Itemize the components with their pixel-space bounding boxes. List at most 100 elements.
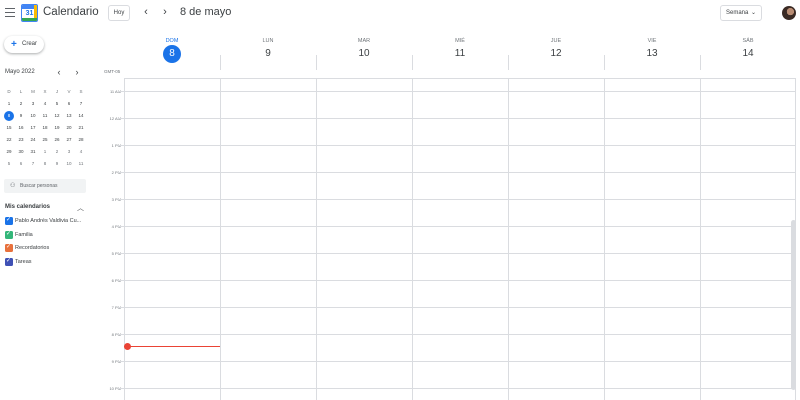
- day-header[interactable]: DOM 8: [124, 38, 220, 63]
- main-menu-icon[interactable]: [5, 8, 15, 18]
- search-people-placeholder: Buscar personas: [20, 183, 58, 189]
- mini-calendar-day[interactable]: 8: [3, 110, 15, 122]
- mini-calendar-day[interactable]: 8: [39, 158, 51, 170]
- all-day-divider: [124, 78, 796, 79]
- my-calendars-title[interactable]: Mis calendarios: [5, 204, 50, 210]
- current-time-dot: [124, 343, 131, 350]
- mini-calendar-day[interactable]: 26: [51, 134, 63, 146]
- mini-calendar-day[interactable]: 17: [27, 122, 39, 134]
- mini-calendar-day[interactable]: 24: [27, 134, 39, 146]
- mini-calendar-day[interactable]: 23: [15, 134, 27, 146]
- view-selector[interactable]: Semana ⌄: [720, 5, 762, 21]
- mini-calendar-day[interactable]: 20: [63, 122, 75, 134]
- mini-calendar-day[interactable]: 29: [3, 146, 15, 158]
- chevron-up-icon[interactable]: ︿: [77, 203, 84, 213]
- mini-weekday-label: X: [43, 89, 47, 94]
- mini-calendar-day[interactable]: 3: [27, 98, 39, 110]
- current-time-line: [124, 346, 220, 348]
- next-week-button[interactable]: ›: [158, 5, 172, 21]
- mini-calendar-day[interactable]: 11: [39, 110, 51, 122]
- mini-calendar-day[interactable]: 7: [27, 158, 39, 170]
- day-header[interactable]: VIE 13: [604, 38, 700, 59]
- mini-calendar-day[interactable]: 9: [15, 110, 27, 122]
- day-header[interactable]: JUE 12: [508, 38, 604, 59]
- mini-calendar-day[interactable]: 7: [75, 98, 87, 110]
- day-number[interactable]: 14: [700, 48, 796, 59]
- day-column-divider: [604, 79, 605, 400]
- mini-calendar-day[interactable]: 14: [75, 110, 87, 122]
- day-column-divider: [220, 79, 221, 400]
- mini-calendar-day[interactable]: 6: [63, 98, 75, 110]
- current-date-title: 8 de mayo: [180, 6, 232, 18]
- mini-calendar-day[interactable]: 19: [51, 122, 63, 134]
- mini-calendar-day[interactable]: 16: [15, 122, 27, 134]
- mini-calendar-day[interactable]: 21: [75, 122, 87, 134]
- header-divider: [700, 55, 701, 70]
- create-button-label: Crear: [22, 41, 38, 47]
- mini-calendar-day[interactable]: 5: [3, 158, 15, 170]
- today-button[interactable]: Hoy: [108, 5, 130, 21]
- mini-weekday-label: V: [67, 89, 71, 94]
- mini-calendar-day[interactable]: 1: [3, 98, 15, 110]
- day-header[interactable]: MAR 10: [316, 38, 412, 59]
- day-number[interactable]: 12: [508, 48, 604, 59]
- mini-calendar-next-button[interactable]: ›: [72, 67, 82, 77]
- mini-weekday-label: L: [19, 89, 23, 94]
- create-button[interactable]: + Crear: [4, 36, 44, 53]
- day-number[interactable]: 9: [220, 48, 316, 59]
- top-bar: 31 Calendario Hoy ‹ › 8 de mayo Semana ⌄: [0, 0, 800, 28]
- checkbox-icon[interactable]: [5, 216, 13, 225]
- app-title: Calendario: [43, 6, 99, 18]
- day-header[interactable]: SÁB 14: [700, 38, 796, 59]
- mini-calendar-day[interactable]: 13: [63, 110, 75, 122]
- mini-calendar-day[interactable]: 2: [15, 98, 27, 110]
- mini-calendar-day[interactable]: 6: [15, 158, 27, 170]
- checkbox-icon[interactable]: [5, 230, 13, 239]
- mini-calendar-day[interactable]: 18: [39, 122, 51, 134]
- mini-calendar-day[interactable]: 10: [27, 110, 39, 122]
- mini-calendar-day[interactable]: 31: [27, 146, 39, 158]
- previous-week-button[interactable]: ‹: [139, 5, 153, 21]
- mini-calendar-day[interactable]: 28: [75, 134, 87, 146]
- mini-calendar-day[interactable]: 30: [15, 146, 27, 158]
- mini-calendar-day[interactable]: 11: [75, 158, 87, 170]
- day-header[interactable]: MIÉ 11: [412, 38, 508, 59]
- day-number[interactable]: 8: [124, 45, 220, 63]
- day-number[interactable]: 13: [604, 48, 700, 59]
- mini-weekday-label: S: [79, 89, 83, 94]
- header-divider: [412, 55, 413, 70]
- day-name: MAR: [357, 38, 371, 44]
- mini-calendar-day[interactable]: 10: [63, 158, 75, 170]
- day-name: JUE: [550, 38, 562, 44]
- mini-calendar-day[interactable]: 5: [51, 98, 63, 110]
- people-icon: ⚇: [10, 183, 16, 189]
- mini-weekday-label: M: [31, 89, 35, 94]
- avatar[interactable]: [782, 6, 796, 20]
- scrollbar[interactable]: [791, 220, 796, 390]
- mini-calendar-day[interactable]: 22: [3, 134, 15, 146]
- mini-calendar-day[interactable]: 9: [51, 158, 63, 170]
- mini-calendar-day[interactable]: 25: [39, 134, 51, 146]
- mini-calendar-day[interactable]: 4: [39, 98, 51, 110]
- day-column-divider: [412, 79, 413, 400]
- day-header[interactable]: LUN 9: [220, 38, 316, 59]
- checkbox-icon[interactable]: [5, 257, 13, 266]
- calendar-item-label: Familia: [15, 231, 33, 238]
- day-name: VIE: [647, 38, 657, 44]
- day-number[interactable]: 11: [412, 48, 508, 59]
- mini-calendar-day[interactable]: 15: [3, 122, 15, 134]
- mini-calendar-day[interactable]: 12: [51, 110, 63, 122]
- mini-calendar-day[interactable]: 3: [63, 146, 75, 158]
- day-number[interactable]: 10: [316, 48, 412, 59]
- mini-calendar-day[interactable]: 1: [39, 146, 51, 158]
- search-people-input[interactable]: ⚇ Buscar personas: [4, 179, 86, 193]
- mini-calendar-day[interactable]: 4: [75, 146, 87, 158]
- calendar-item-label: Recordatorios: [15, 245, 50, 251]
- chevron-down-icon: ⌄: [750, 10, 756, 16]
- mini-calendar-day[interactable]: 27: [63, 134, 75, 146]
- mini-calendar-day[interactable]: 2: [51, 146, 63, 158]
- calendar-item-label: Tareas: [15, 258, 32, 265]
- mini-calendar-prev-button[interactable]: ‹: [54, 67, 64, 77]
- header-divider: [220, 55, 221, 70]
- checkbox-icon[interactable]: [5, 243, 13, 252]
